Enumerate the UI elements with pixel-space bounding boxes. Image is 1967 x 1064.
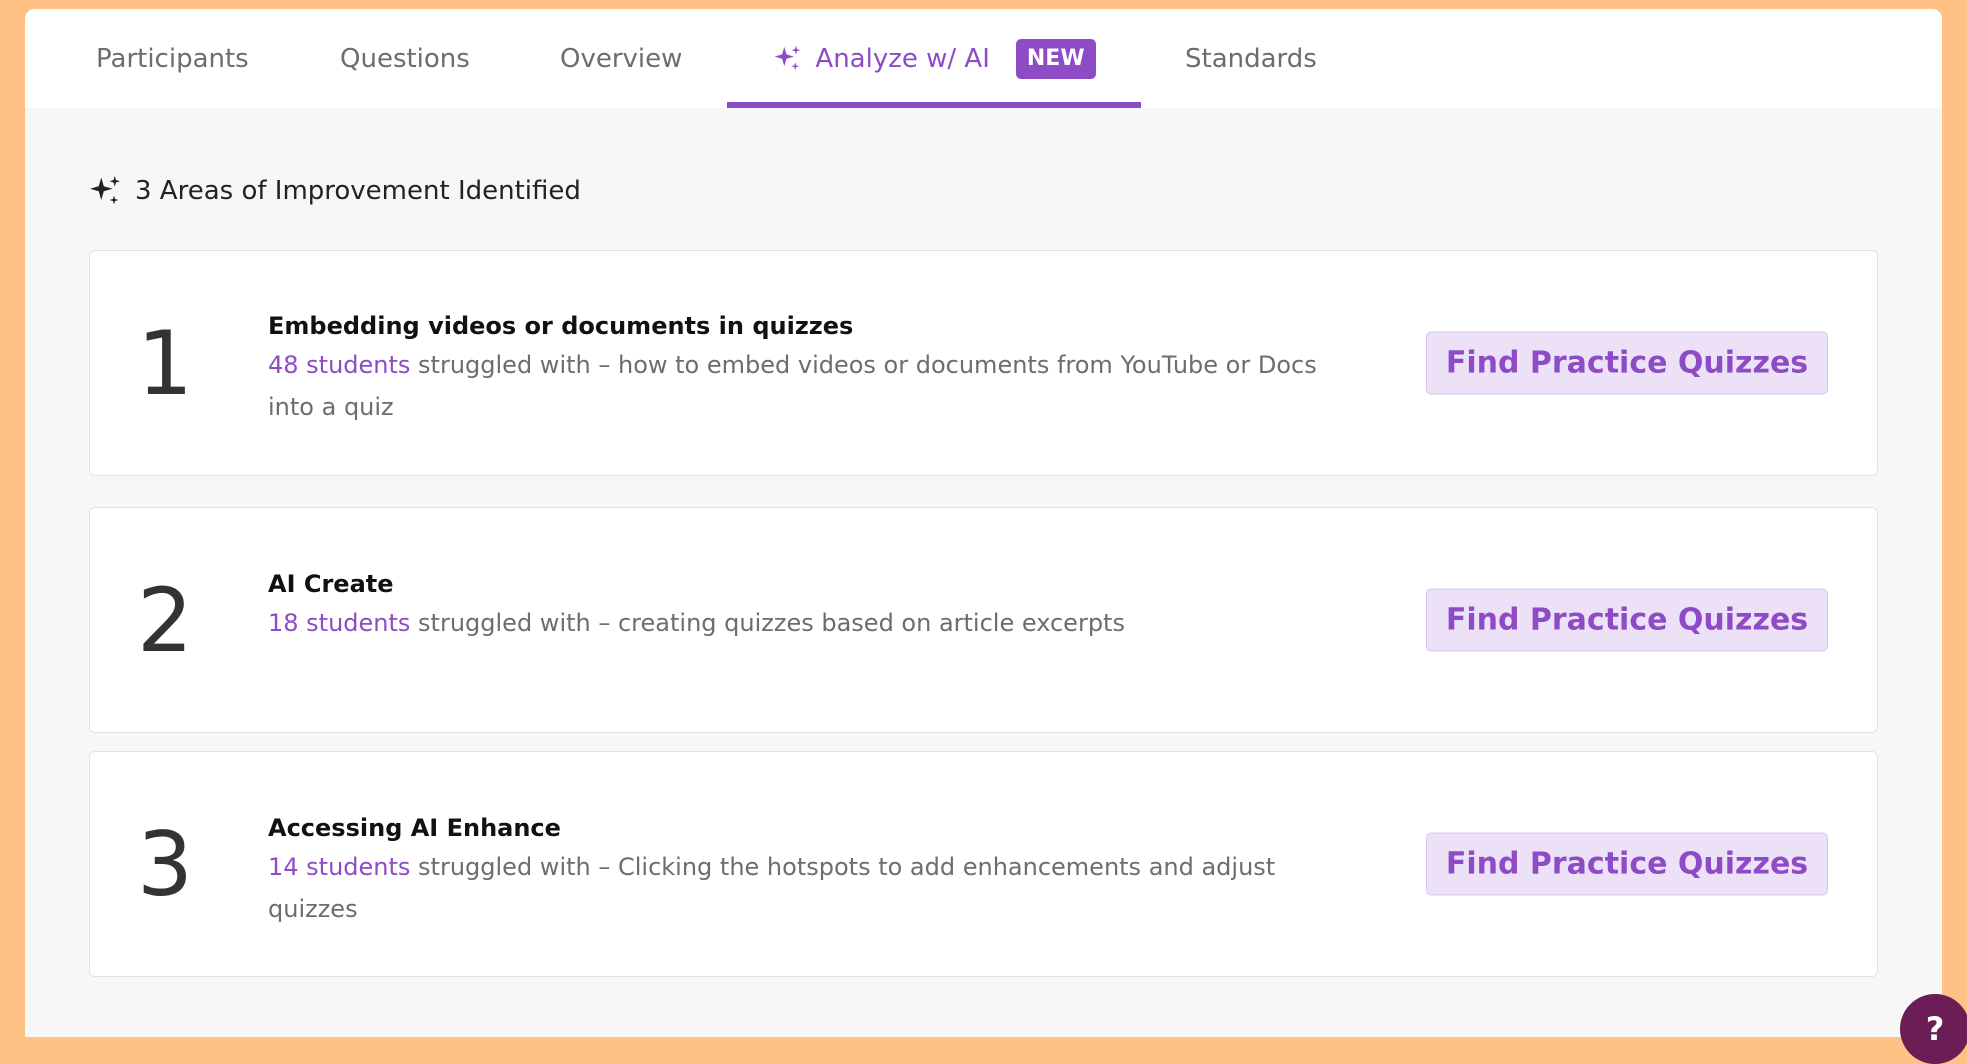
card-title: Embedding videos or documents in quizzes <box>268 312 854 340</box>
card-title: AI Create <box>268 570 394 598</box>
tab-overview-label: Overview <box>560 43 683 74</box>
main-panel: Participants Questions Overview Analyze … <box>25 9 1942 1037</box>
tab-overview[interactable]: Overview <box>560 9 682 108</box>
improvement-card: 1 Embedding videos or documents in quizz… <box>89 250 1878 476</box>
active-tab-indicator <box>727 102 1141 108</box>
tab-analyze-label: Analyze w/ AI <box>815 43 990 74</box>
tab-bar: Participants Questions Overview Analyze … <box>25 9 1942 108</box>
card-number: 3 <box>137 812 193 916</box>
students-count-link[interactable]: 18 students <box>268 609 410 637</box>
sparkle-icon <box>90 176 120 205</box>
find-practice-quizzes-button[interactable]: Find Practice Quizzes <box>1426 588 1828 652</box>
card-description: 18 students struggled with – creating qu… <box>268 602 1328 644</box>
card-description-text: struggled with – creating quizzes based … <box>410 609 1125 637</box>
students-count-link[interactable]: 48 students <box>268 351 410 379</box>
tab-standards[interactable]: Standards <box>1185 9 1317 108</box>
card-description: 48 students struggled with – how to embe… <box>268 344 1328 428</box>
card-content: AI Create 18 students struggled with – c… <box>268 566 1328 644</box>
card-description-text: struggled with – Clicking the hotspots t… <box>268 853 1276 923</box>
improvement-card: 3 Accessing AI Enhance 14 students strug… <box>89 751 1878 977</box>
tab-analyze-ai[interactable]: Analyze w/ AI NEW <box>727 9 1141 108</box>
improvement-card: 2 AI Create 18 students struggled with –… <box>89 507 1878 733</box>
section-heading-text: 3 Areas of Improvement Identified <box>135 176 581 206</box>
find-practice-quizzes-button[interactable]: Find Practice Quizzes <box>1426 331 1828 395</box>
card-content: Embedding videos or documents in quizzes… <box>268 308 1328 428</box>
students-count-link[interactable]: 14 students <box>268 853 410 881</box>
card-number: 1 <box>137 311 193 415</box>
card-description-text: struggled with – how to embed videos or … <box>268 351 1317 421</box>
section-heading: 3 Areas of Improvement Identified <box>87 173 581 209</box>
sparkle-icon <box>774 45 801 71</box>
tab-standards-label: Standards <box>1185 43 1317 74</box>
card-description: 14 students struggled with – Clicking th… <box>268 846 1328 930</box>
tab-questions[interactable]: Questions <box>340 9 470 108</box>
tab-participants-label: Participants <box>96 43 249 74</box>
card-number: 2 <box>137 568 193 672</box>
help-button[interactable]: ? <box>1900 994 1967 1064</box>
find-practice-quizzes-button[interactable]: Find Practice Quizzes <box>1426 832 1828 896</box>
card-content: Accessing AI Enhance 14 students struggl… <box>268 810 1328 930</box>
tab-participants[interactable]: Participants <box>96 9 249 108</box>
card-title: Accessing AI Enhance <box>268 814 561 842</box>
new-badge: NEW <box>1015 38 1096 79</box>
tab-questions-label: Questions <box>340 43 470 74</box>
